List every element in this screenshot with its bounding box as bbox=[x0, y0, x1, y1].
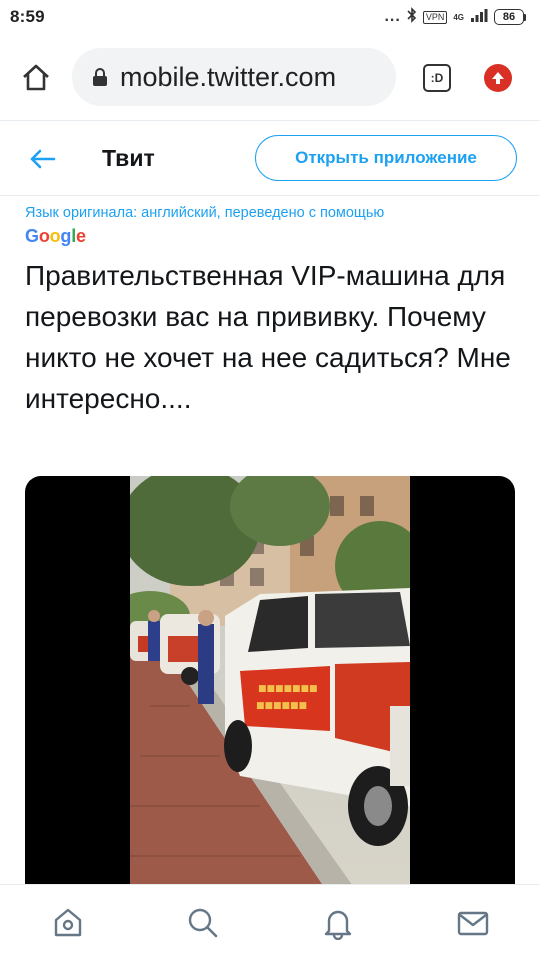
notification-dots: ... bbox=[384, 8, 401, 25]
signal-icon bbox=[470, 8, 488, 27]
bluetooth-icon bbox=[407, 6, 417, 28]
status-bar: 8:59 ... VPN 4G 86 bbox=[0, 0, 540, 34]
search-icon[interactable] bbox=[185, 905, 221, 941]
svg-text:■■■■■■: ■■■■■■ bbox=[256, 701, 307, 711]
battery-icon: 86 bbox=[494, 9, 526, 25]
bottom-navigation bbox=[0, 884, 540, 960]
lock-icon bbox=[92, 67, 108, 87]
video-frame[interactable]: ■■■■■■■ ■■■■■■ bbox=[130, 476, 410, 896]
tabs-icon[interactable]: :D bbox=[423, 64, 451, 92]
notifications-icon[interactable] bbox=[320, 905, 356, 941]
browser-toolbar: mobile.twitter.com :D bbox=[0, 34, 540, 120]
vpn-badge: VPN bbox=[422, 10, 448, 24]
translation-text[interactable]: Язык оригинала: английский, переведено с… bbox=[25, 203, 525, 223]
svg-text:■■■■■■■: ■■■■■■■ bbox=[258, 684, 318, 694]
status-icons: ... VPN 4G 86 bbox=[384, 6, 526, 28]
back-arrow-icon[interactable] bbox=[26, 143, 58, 175]
network-label: 4G bbox=[453, 12, 464, 22]
tweet-text: Правительственная VIP-машина для перевоз… bbox=[25, 260, 511, 414]
address-bar[interactable]: mobile.twitter.com bbox=[72, 48, 396, 106]
open-app-button[interactable]: Открыть приложение bbox=[255, 135, 517, 181]
status-time: 8:59 bbox=[10, 7, 45, 26]
messages-icon[interactable] bbox=[455, 905, 491, 941]
url-text: mobile.twitter.com bbox=[120, 61, 337, 92]
tweet-header: Твит Открыть приложение bbox=[0, 120, 540, 196]
update-icon[interactable] bbox=[484, 64, 512, 92]
page-title: Твит bbox=[102, 145, 155, 171]
battery-level: 86 bbox=[494, 9, 524, 25]
tweet-video[interactable]: ■■■■■■■ ■■■■■■ bbox=[25, 476, 515, 896]
google-logo: Google bbox=[25, 226, 86, 246]
home-icon[interactable] bbox=[18, 60, 54, 96]
translation-note: Язык оригинала: английский, переведено с… bbox=[25, 203, 525, 248]
home-icon[interactable] bbox=[50, 905, 86, 941]
